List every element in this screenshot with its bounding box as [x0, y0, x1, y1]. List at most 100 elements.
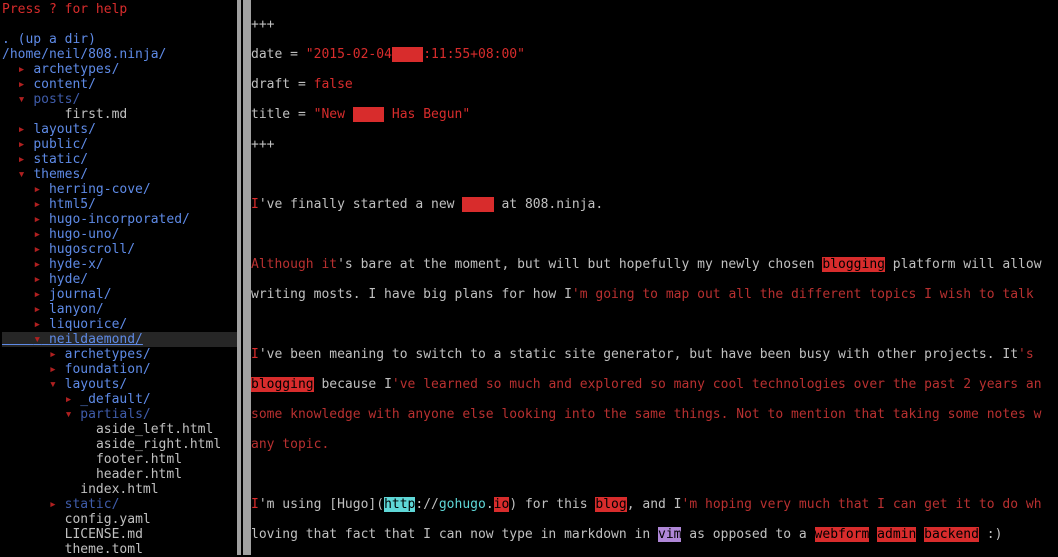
tree-file[interactable]: header.html [2, 467, 237, 482]
spell-error: admin [877, 527, 916, 542]
tree-label: LICENSE.md [65, 527, 143, 542]
chevron-right-icon: ▸ [33, 272, 41, 287]
chevron-down-icon: ▾ [33, 332, 41, 347]
tree-dir[interactable]: ▸ hyde/ [2, 272, 237, 287]
chevron-right-icon: ▸ [33, 212, 41, 227]
tree-dir[interactable]: ▸ public/ [2, 137, 237, 152]
tree-dir[interactable]: ▸ layouts/ [2, 122, 237, 137]
tree-label: herring-cove/ [49, 182, 151, 197]
tree-label: hugo-uno/ [49, 227, 119, 242]
tree-dir[interactable]: ▾ layouts/ [2, 377, 237, 392]
body-paragraph: some knowledge with anyone else looking … [251, 407, 1058, 422]
chevron-right-icon: ▸ [33, 302, 41, 317]
chevron-right-icon: ▸ [18, 152, 26, 167]
chevron-right-icon: ▸ [33, 182, 41, 197]
tree-dir[interactable]: ▸ html5/ [2, 197, 237, 212]
tree-label: index.html [80, 482, 158, 497]
tree-label: liquorice/ [49, 317, 127, 332]
tree-dir[interactable]: ▸ archetypes/ [2, 62, 237, 77]
tree-label: foundation/ [65, 362, 151, 377]
chevron-right-icon: ▸ [33, 242, 41, 257]
body-paragraph: I'm using [Hugo](http://gohugo.io) for t… [251, 497, 1058, 512]
tree-dir[interactable]: ▸ foundation/ [2, 362, 237, 377]
tree-dir[interactable]: ▸ hugo-incorporated/ [2, 212, 237, 227]
tree-label: header.html [96, 467, 182, 482]
pane-splitter[interactable] [237, 0, 251, 555]
tree-dir[interactable]: ▸ herring-cove/ [2, 182, 237, 197]
redacted-text [392, 47, 423, 62]
tree-label: public/ [33, 137, 88, 152]
tree-dir[interactable]: ▾ partials/ [2, 407, 237, 422]
tree-file[interactable]: index.html [2, 482, 237, 497]
tree-label: neildaemond/ [49, 332, 143, 347]
redacted-text [462, 197, 493, 212]
tree-label: posts/ [33, 92, 80, 107]
tree-dir[interactable]: ▾ neildaemond/ [2, 332, 237, 347]
tree-label: archetypes/ [33, 62, 119, 77]
chevron-right-icon: ▸ [33, 317, 41, 332]
body-paragraph: I've finally started a new at 808.ninja. [251, 197, 1058, 212]
help-hint: Press ? for help [2, 2, 237, 17]
chevron-down-icon: ▾ [18, 92, 26, 107]
tree-file[interactable]: LICENSE.md [2, 527, 237, 542]
tree-dir[interactable]: ▸ lanyon/ [2, 302, 237, 317]
tree-label: hyde-x/ [49, 257, 104, 272]
body-paragraph: blogging because I've learned so much an… [251, 377, 1058, 392]
tree-dir[interactable]: ▾ posts/ [2, 92, 237, 107]
editor-pane[interactable]: +++ date = "2015-02-04 :11:55+08:00" dra… [251, 0, 1058, 555]
body-paragraph: I've been meaning to switch to a static … [251, 347, 1058, 362]
url-scheme: http [384, 497, 415, 512]
tree-dir[interactable]: ▸ hyde-x/ [2, 257, 237, 272]
tree-dir[interactable]: ▸ static/ [2, 152, 237, 167]
chevron-right-icon: ▸ [33, 197, 41, 212]
tree-dir[interactable]: ▸ hugo-uno/ [2, 227, 237, 242]
tree-label: hyde/ [49, 272, 88, 287]
tree-label: content/ [33, 77, 96, 92]
tree-label: static/ [65, 497, 120, 512]
tree-label: hugoscroll/ [49, 242, 135, 257]
tree-label: footer.html [96, 452, 182, 467]
chevron-right-icon: ▸ [18, 137, 26, 152]
spell-error: backend [924, 527, 979, 542]
tree-dir[interactable]: ▾ themes/ [2, 167, 237, 182]
tree-label: config.yaml [65, 512, 151, 527]
body-paragraph: Although it's bare at the moment, but wi… [251, 257, 1058, 272]
tree-root-path[interactable]: /home/neil/808.ninja/ [2, 47, 237, 62]
chevron-down-icon: ▾ [49, 377, 57, 392]
up-a-dir[interactable]: . (up a dir) [2, 32, 237, 47]
chevron-right-icon: ▸ [49, 497, 57, 512]
chevron-right-icon: ▸ [33, 287, 41, 302]
tree-file[interactable]: first.md [2, 107, 237, 122]
spell-error: blogging [822, 257, 885, 272]
tree-dir[interactable]: ▸ content/ [2, 77, 237, 92]
tree-label: first.md [65, 107, 128, 122]
tree-dir[interactable]: ▸ static/ [2, 497, 237, 512]
chevron-right-icon: ▸ [18, 77, 26, 92]
tree-dir[interactable]: ▸ archetypes/ [2, 347, 237, 362]
body-paragraph: writing mosts. I have big plans for how … [251, 287, 1058, 302]
tree-dir[interactable]: ▸ journal/ [2, 287, 237, 302]
chevron-right-icon: ▸ [33, 227, 41, 242]
tree-label: journal/ [49, 287, 112, 302]
tree-label: layouts/ [65, 377, 128, 392]
tree-label: hugo-incorporated/ [49, 212, 190, 227]
tree-dir[interactable]: ▸ _default/ [2, 392, 237, 407]
tree-dir[interactable]: ▸ liquorice/ [2, 317, 237, 332]
spell-error: webform [815, 527, 870, 542]
tree-file[interactable]: config.yaml [2, 512, 237, 527]
tree-file[interactable]: aside_left.html [2, 422, 237, 437]
tree-label: layouts/ [33, 122, 96, 137]
tree-file[interactable]: footer.html [2, 452, 237, 467]
tree-label: static/ [33, 152, 88, 167]
chevron-right-icon: ▸ [18, 122, 26, 137]
chevron-right-icon: ▸ [49, 347, 57, 362]
frontmatter-date: date = "2015-02-04 :11:55+08:00" [251, 47, 1058, 62]
tree-file[interactable]: aside_right.html [2, 437, 237, 452]
tree-label: lanyon/ [49, 302, 104, 317]
tree-label: partials/ [80, 407, 150, 422]
tree-label: aside_left.html [96, 422, 213, 437]
spell-error: blogging [251, 377, 314, 392]
chevron-right-icon: ▸ [49, 362, 57, 377]
tree-label: archetypes/ [65, 347, 151, 362]
tree-dir[interactable]: ▸ hugoscroll/ [2, 242, 237, 257]
